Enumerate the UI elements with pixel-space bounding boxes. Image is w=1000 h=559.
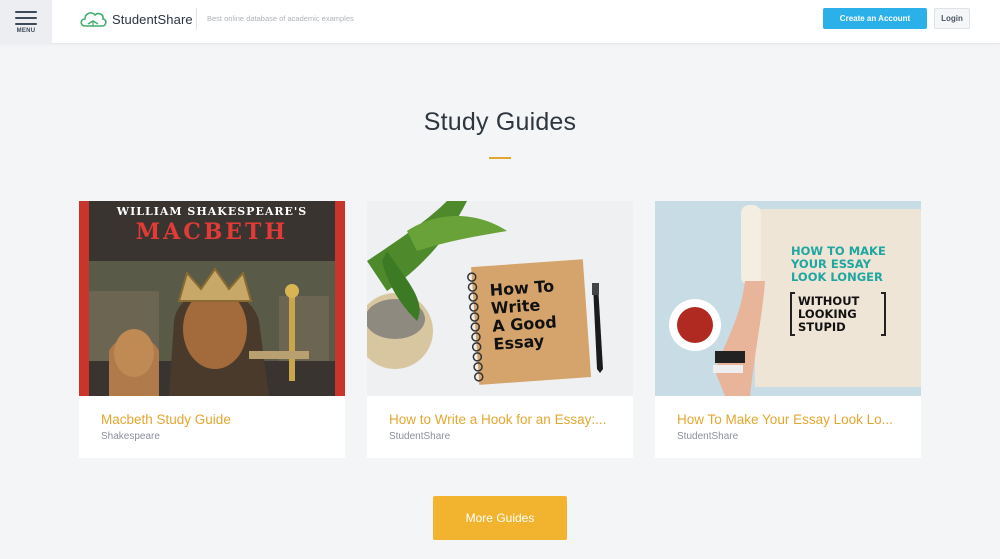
cover-text-line-4: WITHOUT (798, 294, 860, 308)
cover-text-line-1: HOW TO MAKE (791, 244, 886, 258)
notebook-text-line-4: Essay (493, 331, 545, 354)
top-navigation-bar: MENU StudentShare Best online database o… (0, 0, 1000, 44)
cover-text-line-3: LOOK LONGER (791, 270, 883, 284)
card-title[interactable]: How to Write a Hook for an Essay:... (389, 412, 619, 427)
study-guide-card-macbeth[interactable]: WILLIAM SHAKESPEARE'S MACBETH Macbeth St… (79, 201, 345, 458)
site-logo[interactable]: StudentShare (78, 7, 193, 31)
cover-text-line-6: STUPID (798, 320, 846, 334)
study-guide-card-essay-hook[interactable]: How To Write A Good Essay How to Write a… (367, 201, 633, 458)
card-subtitle: StudentShare (677, 431, 739, 442)
card-subtitle: Shakespeare (101, 431, 160, 442)
card-title[interactable]: Macbeth Study Guide (101, 412, 331, 427)
card-title[interactable]: How To Make Your Essay Look Lo... (677, 412, 907, 427)
menu-button[interactable]: MENU (0, 0, 52, 44)
menu-label: MENU (16, 27, 36, 34)
hamburger-menu-icon (15, 10, 37, 25)
title-underline (489, 157, 511, 159)
macbeth-cover-title-text: MACBETH (136, 219, 288, 245)
cover-text-line-2: YOUR ESSAY (790, 257, 872, 271)
more-guides-button[interactable]: More Guides (433, 496, 567, 540)
macbeth-cover-author-text: WILLIAM SHAKESPEARE'S (116, 205, 307, 218)
card-image-essay-hook[interactable]: How To Write A Good Essay (367, 201, 633, 396)
create-account-button[interactable]: Create an Account (823, 8, 927, 29)
logo-text: StudentShare (112, 11, 193, 27)
login-button[interactable]: Login (934, 8, 970, 29)
logo-divider (196, 8, 197, 30)
card-subtitle: StudentShare (389, 431, 451, 442)
site-tagline: Best online database of academic example… (207, 14, 354, 23)
cover-text-line-5: LOOKING (798, 307, 857, 321)
study-guide-card-essay-longer[interactable]: HOW TO MAKE YOUR ESSAY LOOK LONGER WITHO… (655, 201, 921, 458)
cloud-book-logo-icon (80, 12, 107, 27)
page-title: Study Guides (423, 108, 577, 136)
card-image-macbeth[interactable]: WILLIAM SHAKESPEARE'S MACBETH (79, 201, 345, 396)
card-image-essay-longer[interactable]: HOW TO MAKE YOUR ESSAY LOOK LONGER WITHO… (655, 201, 921, 396)
